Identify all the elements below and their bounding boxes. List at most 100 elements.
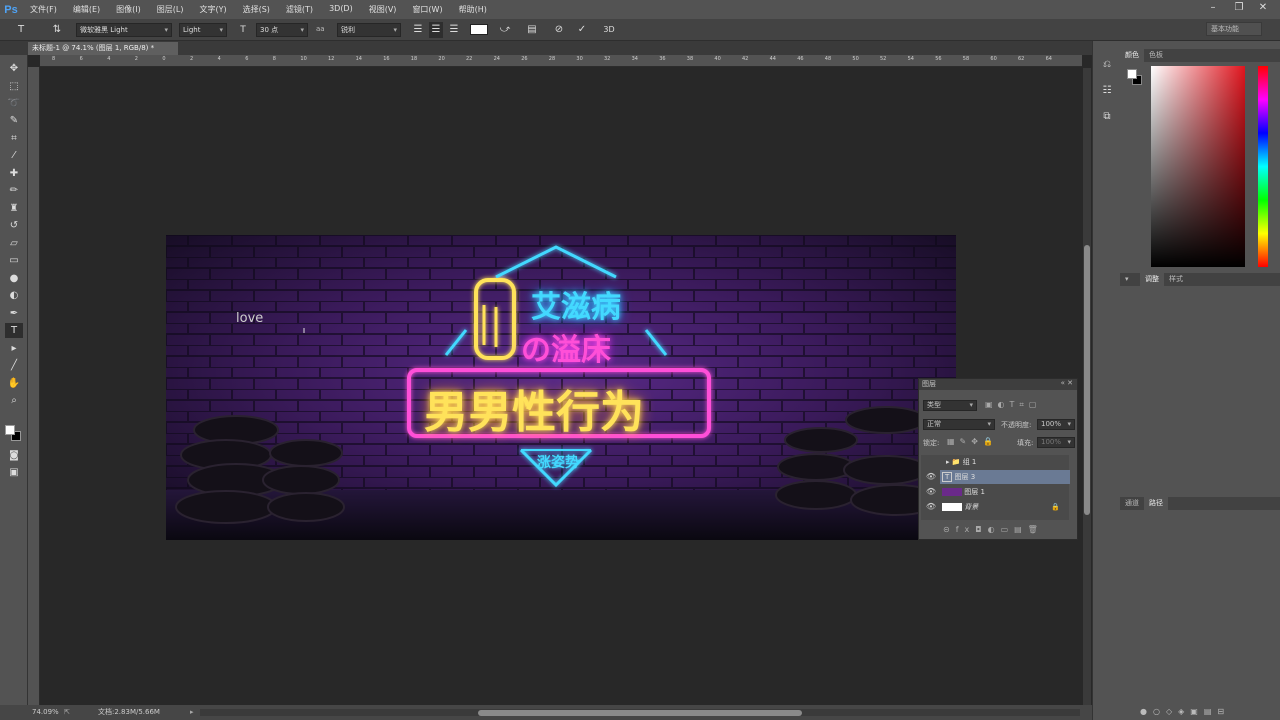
- zoom-tool-icon[interactable]: ⌕: [5, 393, 23, 408]
- document-canvas[interactable]: love 艾滋病 の溢床 男男性行为 涨姿势: [166, 235, 956, 540]
- close-icon[interactable]: ✕: [1252, 2, 1274, 16]
- blur-tool-icon[interactable]: ●: [5, 271, 23, 286]
- hand-tool-icon[interactable]: ✋: [5, 376, 23, 391]
- screen-mode-icon[interactable]: ▣: [5, 465, 23, 480]
- crop-tool-icon[interactable]: ⌗: [5, 131, 23, 146]
- gradient-tool-icon[interactable]: ▭: [5, 253, 23, 268]
- typed-text-layer[interactable]: love: [236, 311, 263, 326]
- warp-text-icon[interactable]: ⤻: [498, 22, 512, 38]
- font-family-select[interactable]: 微软雅黑 Light: [76, 23, 172, 37]
- menu-item[interactable]: 滤镜(T): [278, 4, 321, 15]
- panel-fg-swatch[interactable]: [1127, 69, 1137, 79]
- workspace-select[interactable]: 基本功能: [1206, 22, 1262, 36]
- eye-icon[interactable]: 👁: [925, 500, 937, 514]
- menu-item[interactable]: 图层(L): [149, 4, 192, 15]
- visibility-toggle[interactable]: [925, 455, 937, 469]
- menu-item[interactable]: 窗口(W): [404, 4, 450, 15]
- stamp-tool-icon[interactable]: ♜: [5, 201, 23, 216]
- ruler-tick-label: 54: [907, 56, 914, 62]
- fill-label: 填充:: [1017, 439, 1034, 447]
- dodge-tool-icon[interactable]: ◐: [5, 288, 23, 303]
- layer-row-text-selected[interactable]: T 图层 3: [940, 470, 1070, 484]
- cancel-icon[interactable]: ⊘: [552, 22, 566, 38]
- text-color-swatch[interactable]: [470, 24, 488, 35]
- properties-panel-icon[interactable]: ☷: [1099, 85, 1115, 101]
- pen-tool-icon[interactable]: ✒: [5, 306, 23, 321]
- ruler-tick-label: 38: [686, 56, 694, 62]
- line-tool-icon[interactable]: ╱: [5, 358, 23, 373]
- fill-input[interactable]: 100%: [1037, 437, 1075, 448]
- eyedropper-tool-icon[interactable]: ⁄: [5, 148, 23, 163]
- antialias-select[interactable]: 锐利: [337, 23, 401, 37]
- layer-row-image[interactable]: 图层 1: [940, 485, 1070, 499]
- opacity-input[interactable]: 100%: [1037, 419, 1075, 430]
- foreground-color-swatch[interactable]: [5, 425, 15, 435]
- quick-select-tool-icon[interactable]: ✎: [5, 113, 23, 128]
- align-right-icon[interactable]: ☰: [447, 22, 461, 38]
- font-style-select[interactable]: Light: [179, 23, 227, 37]
- layer-filter-select[interactable]: 类型: [923, 400, 977, 411]
- color-picker-field[interactable]: [1151, 66, 1245, 267]
- move-tool-icon[interactable]: ✥: [5, 61, 23, 76]
- tab-swatches[interactable]: 色板: [1144, 49, 1168, 62]
- blend-mode-select[interactable]: 正常: [923, 419, 995, 430]
- align-left-icon[interactable]: ☰: [411, 22, 425, 38]
- hue-slider[interactable]: [1258, 66, 1268, 267]
- document-tab[interactable]: 未标题-1 @ 74.1% (图层 1, RGB/8) *: [28, 42, 178, 55]
- eye-icon[interactable]: 👁: [925, 470, 937, 484]
- type-tool-icon[interactable]: T: [5, 323, 23, 338]
- tab-adjust[interactable]: 调整: [1140, 273, 1164, 286]
- healing-tool-icon[interactable]: ✚: [5, 166, 23, 181]
- menu-item[interactable]: 帮助(H): [451, 4, 495, 15]
- path-select-icon[interactable]: ▸: [5, 341, 23, 356]
- history-brush-icon[interactable]: ↺: [5, 218, 23, 233]
- menu-item[interactable]: 编辑(E): [65, 4, 108, 15]
- maximize-icon[interactable]: ❐: [1228, 2, 1250, 16]
- eraser-tool-icon[interactable]: ▱: [5, 236, 23, 251]
- ruler-tick-label: 2: [190, 56, 194, 62]
- lock-icons[interactable]: ▦✎✥🔒: [947, 437, 998, 446]
- layer-row-background[interactable]: 背景 🔒: [940, 500, 1070, 514]
- tab-paths[interactable]: 路径: [1144, 497, 1168, 510]
- character-panel-icon[interactable]: ▤: [525, 22, 539, 38]
- ruler-tick-label: 42: [742, 56, 749, 62]
- layers-panel-title[interactable]: 图层: [919, 379, 1077, 390]
- lasso-tool-icon[interactable]: ➰: [5, 96, 23, 111]
- adjust-icon[interactable]: ▾: [1120, 273, 1140, 286]
- tab-color[interactable]: 颜色: [1120, 49, 1144, 62]
- commit-icon[interactable]: ✓: [575, 22, 589, 38]
- clone-source-icon[interactable]: ⧉: [1099, 111, 1115, 127]
- minimize-icon[interactable]: –: [1202, 2, 1224, 16]
- 3d-icon[interactable]: 3D: [602, 22, 616, 38]
- marquee-tool-icon[interactable]: ⬚: [5, 79, 23, 94]
- zoom-level[interactable]: 74.09%: [32, 705, 59, 720]
- menu-item[interactable]: 文件(F): [22, 4, 65, 15]
- horizontal-scroll-thumb[interactable]: [478, 710, 802, 716]
- menu-item[interactable]: 文字(Y): [191, 4, 234, 15]
- menu-item[interactable]: 3D(D): [321, 4, 361, 15]
- vertical-scroll-thumb[interactable]: [1084, 245, 1090, 515]
- font-size-select[interactable]: 30 点: [256, 23, 308, 37]
- paths-panel-footer-icons[interactable]: ●○◇◈▣▤⊟: [1140, 707, 1270, 719]
- menu-item[interactable]: 选择(S): [235, 4, 278, 15]
- layers-footer-icons[interactable]: ⊝fx◘◐▭▤🗑: [943, 525, 1044, 534]
- menu-item[interactable]: 视图(V): [361, 4, 405, 15]
- ruler-tick-label: 6: [245, 56, 249, 62]
- layers-panel-close-icon[interactable]: « ✕: [1061, 379, 1073, 387]
- tab-channels[interactable]: 通道: [1120, 497, 1144, 510]
- status-export-icon[interactable]: ⇱: [64, 705, 70, 720]
- tab-styles[interactable]: 样式: [1164, 273, 1188, 286]
- ruler-tick-label: 34: [631, 56, 638, 62]
- layer-row-group[interactable]: ▸ 📁 组 1: [940, 455, 1070, 469]
- menu-item[interactable]: 图像(I): [108, 4, 149, 15]
- layer-filter-icons[interactable]: ▣◐T⌗▢: [985, 400, 1071, 411]
- ruler-tick-label: 8: [272, 56, 276, 62]
- history-panel-icon[interactable]: ⎌: [1099, 59, 1115, 75]
- type-tool-icon[interactable]: T: [14, 22, 28, 38]
- status-arrow-icon[interactable]: ▸: [190, 705, 194, 720]
- quick-mask-icon[interactable]: ◙: [5, 448, 23, 463]
- eye-icon[interactable]: 👁: [925, 485, 937, 499]
- align-center-icon[interactable]: ☰: [429, 22, 443, 38]
- text-orientation-icon[interactable]: ⇅: [50, 22, 64, 38]
- brush-tool-icon[interactable]: ✏: [5, 183, 23, 198]
